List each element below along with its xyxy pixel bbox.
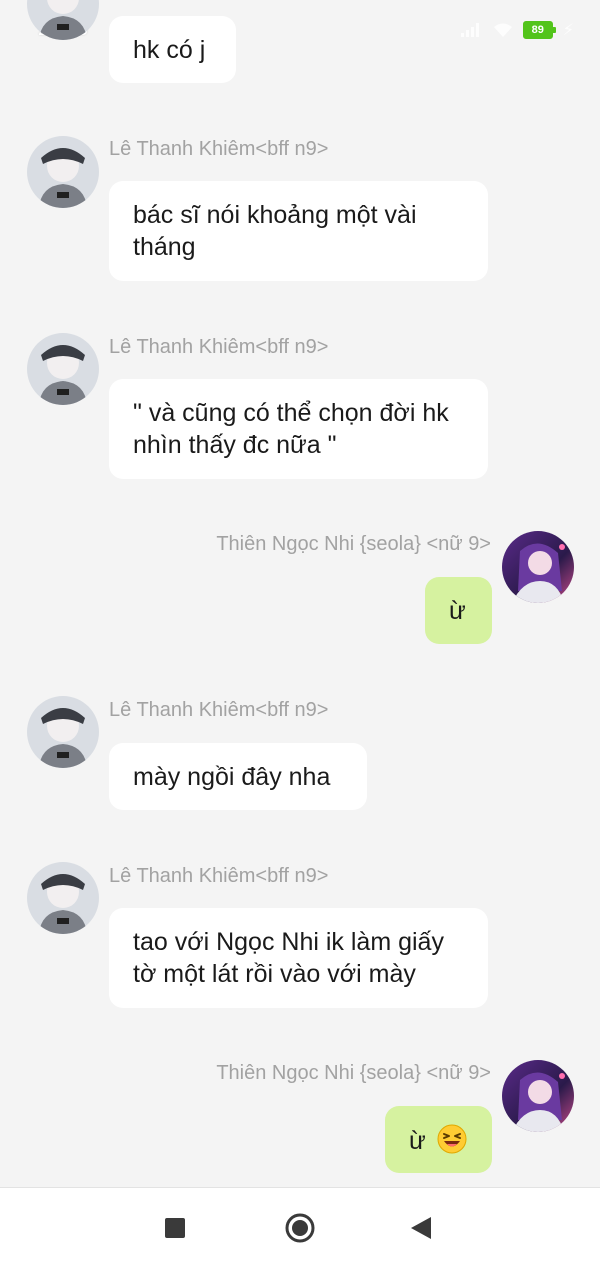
avatar-khiem[interactable] xyxy=(27,862,99,934)
message-bubble[interactable]: mày ngồi đây nha xyxy=(109,743,367,810)
recent-apps-square-icon[interactable] xyxy=(165,1218,185,1238)
message-text: hk có j xyxy=(133,36,206,64)
back-triangle-icon[interactable] xyxy=(411,1217,431,1239)
laughing-emoji-icon xyxy=(437,1124,467,1154)
message-bubble-mine[interactable]: ừ xyxy=(385,1106,492,1173)
sender-name: Thiên Ngọc Nhi {seola} <nữ 9> xyxy=(216,533,491,555)
home-circle-icon[interactable] xyxy=(285,1213,315,1243)
sender-name: Lê Thanh Khiêm<bff n9> xyxy=(109,865,329,887)
charging-bolt-icon: ⚡ xyxy=(562,22,574,39)
message-bubble[interactable]: hk có j xyxy=(109,16,236,83)
message-text: mày ngồi đây nha xyxy=(133,763,331,791)
message-text: tao với Ngọc Nhi ik làm giấy tờ một lát … xyxy=(133,928,444,988)
sender-name: Lê Thanh Khiêm<bff n9> xyxy=(109,336,329,358)
message-text: ừ xyxy=(449,597,466,625)
message-text: bác sĩ nói khoảng một vài tháng xyxy=(133,201,417,261)
navigation-bar xyxy=(0,1187,600,1267)
chat-screen: 21:13 89 ⚡ hk có j xyxy=(0,0,600,1267)
avatar-khiem[interactable] xyxy=(27,696,99,768)
message-bubble[interactable]: " và cũng có thể chọn đời hk nhìn thấy đ… xyxy=(109,379,488,479)
battery-level: 89 xyxy=(531,24,544,36)
avatar-ngoc-nhi[interactable] xyxy=(502,1060,574,1132)
message-bubble-mine[interactable]: ừ xyxy=(425,577,492,644)
avatar-ngoc-nhi[interactable] xyxy=(502,531,574,603)
message-text: " và cũng có thể chọn đời hk nhìn thấy đ… xyxy=(133,399,449,459)
message-text: ừ xyxy=(409,1127,426,1155)
sender-name: Thiên Ngọc Nhi {seola} <nữ 9> xyxy=(216,1062,491,1084)
message-bubble[interactable]: tao với Ngọc Nhi ik làm giấy tờ một lát … xyxy=(109,908,488,1008)
message-bubble[interactable]: bác sĩ nói khoảng một vài tháng xyxy=(109,181,488,281)
status-icons: 89 ⚡ xyxy=(460,20,574,40)
sender-name: Lê Thanh Khiêm<bff n9> xyxy=(109,699,329,721)
wifi-icon xyxy=(493,23,512,37)
avatar-khiem[interactable] xyxy=(27,136,99,208)
sender-name: Lê Thanh Khiêm<bff n9> xyxy=(109,138,329,160)
avatar-khiem[interactable] xyxy=(27,333,99,405)
battery-icon: 89 xyxy=(522,21,556,39)
signal-icon xyxy=(460,23,479,37)
